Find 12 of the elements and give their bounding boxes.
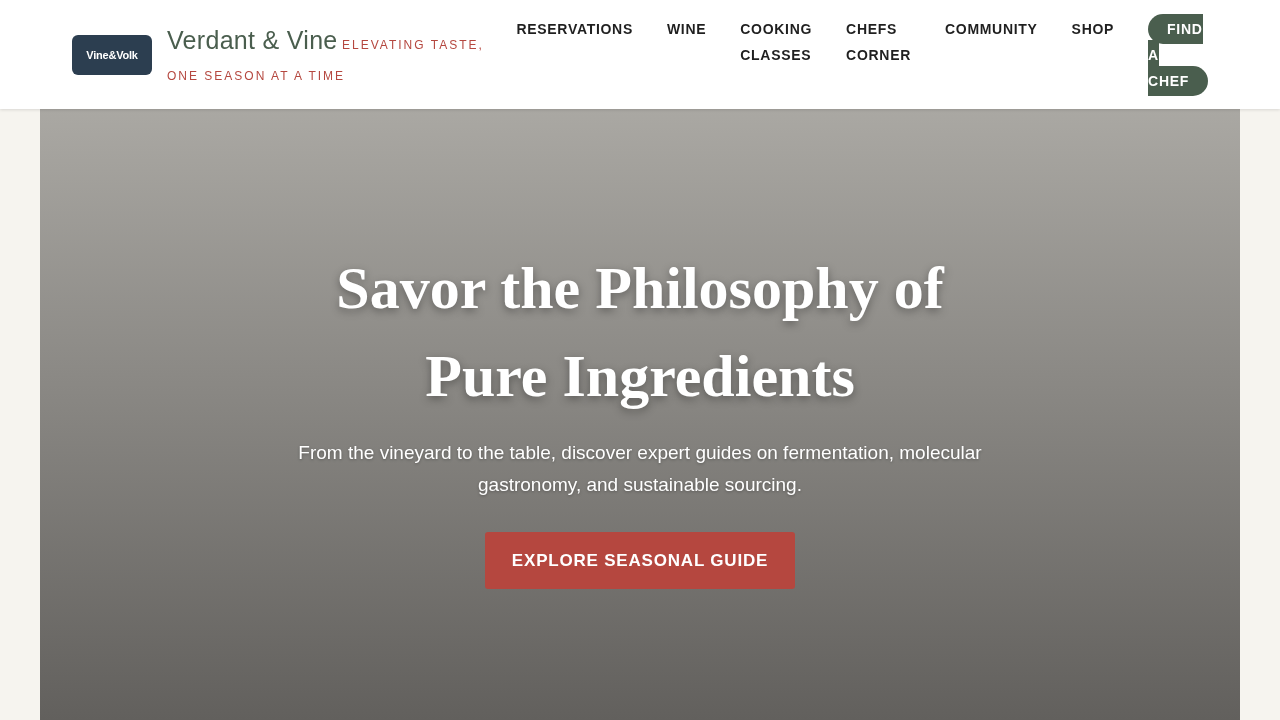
nav-link[interactable]: RESERVATIONS bbox=[516, 15, 633, 42]
nav-link[interactable]: COMMUNITY bbox=[945, 15, 1038, 42]
nav-link[interactable]: WINE bbox=[666, 15, 707, 42]
brand-title: Verdant & Vine ELEVATING TASTE, ONE SEASON AT A TIME bbox=[167, 26, 485, 85]
nav-link[interactable]: COOKING CLASSES bbox=[740, 15, 813, 68]
hero-title: Savor the Philosophy of Pure Ingredients bbox=[335, 254, 946, 411]
explore-button[interactable]: EXPLORE SEASONAL GUIDE bbox=[485, 532, 795, 589]
find-chef-button[interactable]: FIND A CHEF bbox=[1148, 15, 1208, 94]
logo[interactable]: Vine&Volk bbox=[72, 34, 152, 75]
nav-link[interactable]: CHEFS CORNER bbox=[846, 15, 911, 68]
nav-link[interactable]: SHOP bbox=[1071, 15, 1115, 42]
hero-subtitle: From the vineyard to the table, discover expert guides on fermentation, molecular gastronomy, and sustainable sourcing. bbox=[297, 441, 983, 497]
